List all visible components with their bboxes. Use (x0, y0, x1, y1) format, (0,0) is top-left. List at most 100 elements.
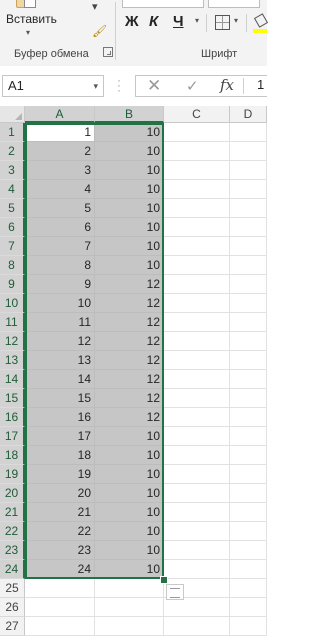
format-painter-icon[interactable]: 🖌 (92, 24, 107, 38)
cell-a[interactable]: 16 (25, 408, 95, 427)
cell-a[interactable]: 8 (25, 256, 95, 275)
cell-d[interactable] (230, 484, 267, 503)
cell-b[interactable]: 10 (95, 541, 164, 560)
paste-button[interactable]: Вставить (6, 12, 57, 26)
row-header[interactable]: 9 (0, 275, 25, 294)
cell-b[interactable]: 10 (95, 218, 164, 237)
select-all-button[interactable] (0, 106, 25, 123)
cell-a[interactable]: 5 (25, 199, 95, 218)
cell-b[interactable] (95, 579, 164, 598)
cell-b[interactable]: 12 (95, 294, 164, 313)
cell-d[interactable] (230, 256, 267, 275)
cell-a[interactable]: 10 (25, 294, 95, 313)
row-header[interactable]: 24 (0, 560, 25, 579)
row-header[interactable]: 15 (0, 389, 25, 408)
cell-a[interactable] (25, 598, 95, 617)
cell-d[interactable] (230, 598, 267, 617)
cell-c[interactable] (164, 522, 230, 541)
cell-b[interactable]: 12 (95, 313, 164, 332)
cell-c[interactable] (164, 617, 230, 636)
cell-d[interactable] (230, 142, 267, 161)
fill-color-icon[interactable] (253, 13, 269, 33)
row-header[interactable]: 21 (0, 503, 25, 522)
formula-bar-grip-icon[interactable]: · · · (117, 74, 121, 96)
cell-b[interactable]: 10 (95, 123, 164, 142)
cell-d[interactable] (230, 180, 267, 199)
cell-a[interactable] (25, 579, 95, 598)
cell-b[interactable]: 10 (95, 446, 164, 465)
cell-c[interactable] (164, 313, 230, 332)
font-size-field[interactable] (208, 0, 260, 8)
cell-b[interactable]: 10 (95, 484, 164, 503)
paste-icon[interactable] (14, 0, 36, 8)
cell-a[interactable]: 2 (25, 142, 95, 161)
cell-a[interactable]: 6 (25, 218, 95, 237)
column-header-d[interactable]: D (230, 106, 267, 123)
row-header[interactable]: 7 (0, 237, 25, 256)
cell-d[interactable] (230, 275, 267, 294)
row-header[interactable]: 3 (0, 161, 25, 180)
cell-a[interactable]: 13 (25, 351, 95, 370)
cell-a[interactable]: 18 (25, 446, 95, 465)
cell-d[interactable] (230, 237, 267, 256)
cell-d[interactable] (230, 541, 267, 560)
cell-d[interactable] (230, 560, 267, 579)
cell-d[interactable] (230, 446, 267, 465)
cell-a[interactable]: 7 (25, 237, 95, 256)
underline-dropdown-icon[interactable]: ▾ (195, 16, 199, 25)
cell-b[interactable]: 10 (95, 503, 164, 522)
cell-c[interactable] (164, 199, 230, 218)
column-header-a[interactable]: A (25, 106, 95, 123)
row-header[interactable]: 13 (0, 351, 25, 370)
cell-a[interactable] (25, 617, 95, 636)
cell-b[interactable]: 10 (95, 560, 164, 579)
cell-c[interactable] (164, 294, 230, 313)
name-box-dropdown-icon[interactable]: ▾ (93, 76, 98, 96)
cell-c[interactable] (164, 446, 230, 465)
cell-d[interactable] (230, 408, 267, 427)
cell-d[interactable] (230, 522, 267, 541)
column-header-b[interactable]: B (95, 106, 164, 123)
cell-c[interactable] (164, 598, 230, 617)
cell-a[interactable]: 17 (25, 427, 95, 446)
row-header[interactable]: 6 (0, 218, 25, 237)
cell-c[interactable] (164, 370, 230, 389)
cell-d[interactable] (230, 370, 267, 389)
row-header[interactable]: 27 (0, 617, 25, 636)
cell-d[interactable] (230, 579, 267, 598)
cell-d[interactable] (230, 427, 267, 446)
cell-b[interactable]: 10 (95, 142, 164, 161)
column-header-c[interactable]: C (164, 106, 230, 123)
bold-button[interactable]: Ж (125, 13, 139, 30)
cell-b[interactable]: 10 (95, 522, 164, 541)
cell-b[interactable]: 10 (95, 256, 164, 275)
cell-a[interactable]: 4 (25, 180, 95, 199)
cell-b[interactable]: 10 (95, 237, 164, 256)
cell-a[interactable]: 9 (25, 275, 95, 294)
row-header[interactable]: 25 (0, 579, 25, 598)
cell-b[interactable]: 10 (95, 465, 164, 484)
cell-b[interactable]: 12 (95, 389, 164, 408)
cell-c[interactable] (164, 541, 230, 560)
cell-a[interactable]: 3 (25, 161, 95, 180)
cell-d[interactable] (230, 218, 267, 237)
row-header[interactable]: 14 (0, 370, 25, 389)
cell-b[interactable]: 12 (95, 408, 164, 427)
cell-c[interactable] (164, 503, 230, 522)
cell-b[interactable]: 12 (95, 275, 164, 294)
cell-c[interactable] (164, 351, 230, 370)
cell-c[interactable] (164, 275, 230, 294)
cell-a[interactable]: 12 (25, 332, 95, 351)
cell-d[interactable] (230, 332, 267, 351)
cell-c[interactable] (164, 237, 230, 256)
cell-b[interactable] (95, 617, 164, 636)
row-header[interactable]: 11 (0, 313, 25, 332)
cell-a[interactable]: 20 (25, 484, 95, 503)
dialog-launcher-icon[interactable] (103, 47, 113, 57)
cell-d[interactable] (230, 294, 267, 313)
cell-c[interactable] (164, 332, 230, 351)
fill-handle[interactable] (160, 576, 168, 584)
cell-b[interactable]: 10 (95, 180, 164, 199)
cell-a[interactable]: 24 (25, 560, 95, 579)
cell-c[interactable] (164, 142, 230, 161)
